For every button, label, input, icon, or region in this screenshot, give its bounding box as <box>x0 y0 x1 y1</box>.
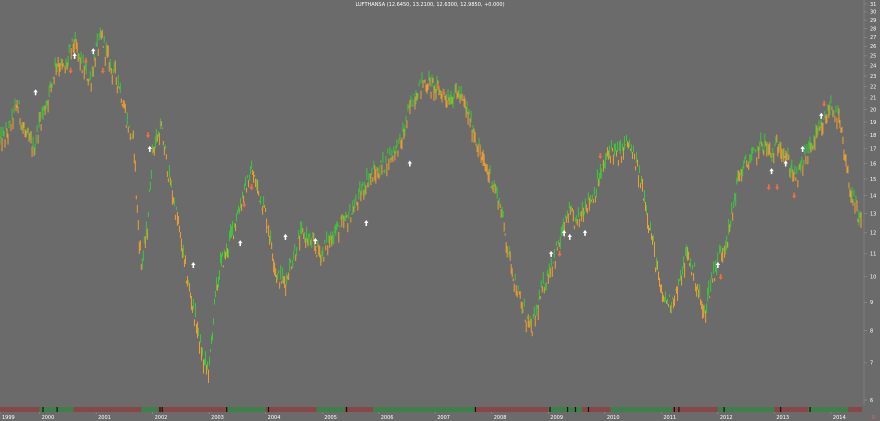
regime-segment <box>344 407 374 412</box>
y-tick-label: 25 <box>870 54 876 60</box>
y-tick-label: 6 <box>870 398 873 404</box>
y-tick-label: 9 <box>870 300 873 306</box>
regime-segment <box>774 407 809 412</box>
x-tick-label: 2001 <box>98 415 111 421</box>
x-tick-label: 2010 <box>607 415 620 421</box>
x-tick-label: 2003 <box>211 415 224 421</box>
regime-marker <box>161 407 163 412</box>
regime-segment <box>808 407 848 412</box>
x-tick-label: 2013 <box>776 415 789 421</box>
y-tick-label: 24 <box>870 64 876 70</box>
y-tick-label: 28 <box>870 26 876 32</box>
regime-marker <box>587 407 590 412</box>
regime-marker <box>549 407 551 412</box>
y-tick-label: 30 <box>870 10 876 16</box>
y-tick-label: 27 <box>870 35 876 41</box>
regime-marker <box>678 407 680 412</box>
x-tick-label: 2012 <box>720 415 733 421</box>
regime-marker <box>574 407 577 412</box>
x-tick-label: 2011 <box>663 415 676 421</box>
x-tick-label: 2006 <box>381 415 394 421</box>
y-tick-label: 26 <box>870 44 876 50</box>
y-tick-label: 10 <box>870 275 876 281</box>
y-tick-label: 31 <box>870 2 876 8</box>
regime-segment <box>73 407 142 412</box>
regime-marker <box>56 407 58 412</box>
y-tick-label: 13 <box>870 211 876 217</box>
x-tick-label: 2000 <box>42 415 55 421</box>
chart-svg: LUFTHANSA (12.6450, 13.2100, 12.6300, 12… <box>0 0 880 421</box>
x-tick-label: 2007 <box>437 415 450 421</box>
regime-marker <box>566 407 569 412</box>
y-tick-label: 12 <box>870 231 876 237</box>
regime-bar <box>0 407 862 412</box>
regime-marker <box>474 407 477 412</box>
regime-segment <box>158 407 227 412</box>
regime-segment <box>548 407 583 412</box>
y-tick-label: 14 <box>870 193 876 199</box>
regime-segment <box>265 407 317 412</box>
regime-marker <box>267 407 270 412</box>
regime-marker <box>723 407 725 412</box>
x-tick-label: 2002 <box>155 415 168 421</box>
regime-marker <box>159 407 161 412</box>
y-tick-label: 23 <box>870 74 876 80</box>
chart-background <box>0 0 880 421</box>
regime-segment <box>316 407 345 412</box>
regime-segment <box>226 407 266 412</box>
x-tick-label: 2008 <box>494 415 507 421</box>
y-tick-label: 22 <box>870 84 876 90</box>
corner-label: 0 <box>872 415 875 421</box>
y-tick-label: 8 <box>870 328 873 334</box>
y-tick-label: 11 <box>870 252 876 258</box>
chart-title: LUFTHANSA (12.6450, 13.2100, 12.6300, 12… <box>355 2 504 8</box>
x-tick-label: 2005 <box>324 415 337 421</box>
regime-segment <box>474 407 549 412</box>
y-tick-label: 21 <box>870 96 876 102</box>
regime-marker <box>809 407 811 412</box>
regime-segment <box>717 407 775 412</box>
x-tick-label: 2014 <box>833 415 846 421</box>
regime-marker <box>226 407 228 412</box>
y-tick-label: 29 <box>870 18 876 24</box>
y-tick-label: 7 <box>870 361 873 367</box>
regime-marker <box>42 407 44 412</box>
regime-marker <box>780 407 782 412</box>
regime-segment <box>847 407 862 412</box>
regime-marker <box>345 407 348 412</box>
y-tick-label: 15 <box>870 177 876 183</box>
regime-segment <box>582 407 611 412</box>
regime-segment <box>0 407 40 412</box>
x-tick-label: 2004 <box>268 415 281 421</box>
x-tick-label: 1999 <box>2 415 15 421</box>
y-tick-label: 19 <box>870 120 876 126</box>
y-tick-label: 18 <box>870 133 876 139</box>
regime-segment <box>373 407 475 412</box>
y-tick-label: 17 <box>870 147 876 153</box>
regime-segment <box>141 407 159 412</box>
regime-segment <box>610 407 673 412</box>
x-tick-label: 2009 <box>550 415 563 421</box>
y-tick-label: 20 <box>870 107 876 113</box>
regime-marker <box>673 407 675 412</box>
y-tick-label: 16 <box>870 161 876 167</box>
